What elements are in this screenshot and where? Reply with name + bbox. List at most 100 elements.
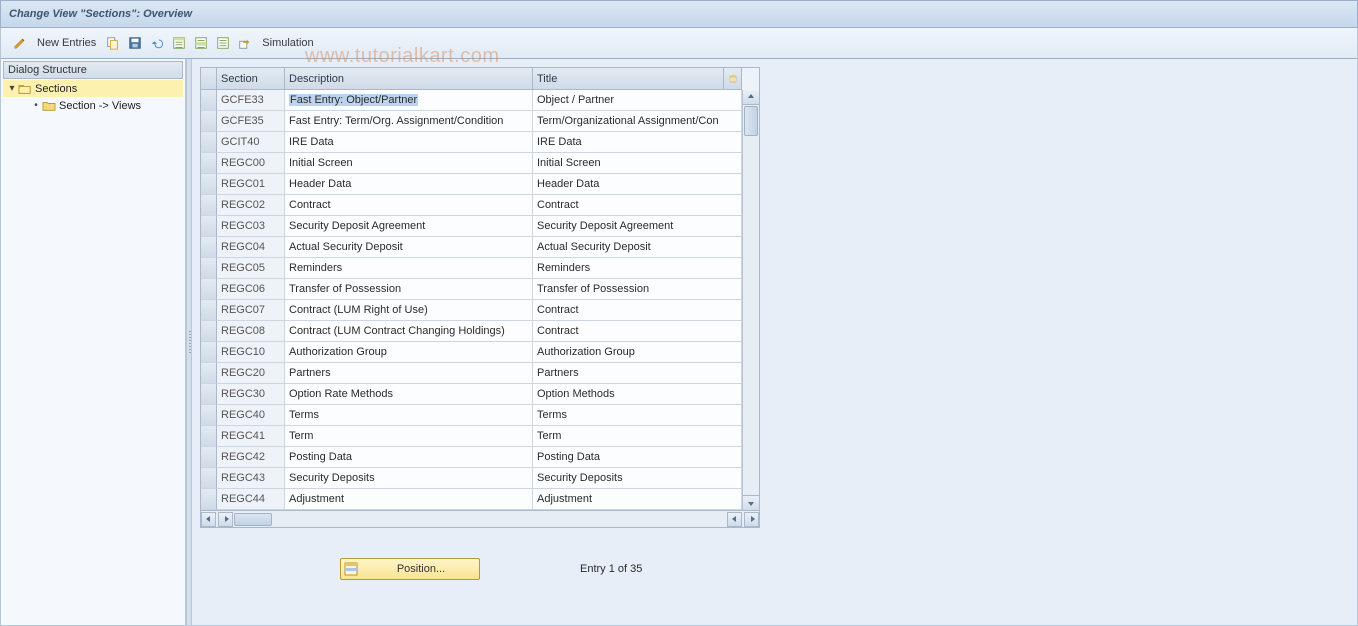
cell-title[interactable]: Option Methods xyxy=(533,384,742,405)
row-selector[interactable] xyxy=(201,363,217,384)
select-block-button[interactable] xyxy=(190,32,212,54)
table-row[interactable]: REGC20PartnersPartners xyxy=(201,363,742,384)
cell-description[interactable]: Option Rate Methods xyxy=(285,384,533,405)
table-row[interactable]: REGC30Option Rate MethodsOption Methods xyxy=(201,384,742,405)
row-selector[interactable] xyxy=(201,90,217,111)
cell-section[interactable]: REGC30 xyxy=(217,384,285,405)
row-selector[interactable] xyxy=(201,426,217,447)
cell-description[interactable]: Contract xyxy=(285,195,533,216)
cell-title[interactable]: Contract xyxy=(533,321,742,342)
table-row[interactable]: REGC01Header DataHeader Data xyxy=(201,174,742,195)
cell-description[interactable]: Security Deposit Agreement xyxy=(285,216,533,237)
vertical-scrollbar[interactable] xyxy=(742,90,759,510)
table-row[interactable]: GCIT40IRE DataIRE Data xyxy=(201,132,742,153)
table-row[interactable]: REGC03Security Deposit AgreementSecurity… xyxy=(201,216,742,237)
cell-section[interactable]: REGC05 xyxy=(217,258,285,279)
cell-description[interactable]: Posting Data xyxy=(285,447,533,468)
table-row[interactable]: REGC42Posting DataPosting Data xyxy=(201,447,742,468)
cell-description[interactable]: Fast Entry: Term/Org. Assignment/Conditi… xyxy=(285,111,533,132)
undo-button[interactable] xyxy=(146,32,168,54)
row-selector[interactable] xyxy=(201,111,217,132)
cell-section[interactable]: REGC02 xyxy=(217,195,285,216)
select-all-button[interactable] xyxy=(168,32,190,54)
col-header-description[interactable]: Description xyxy=(285,68,533,90)
cell-title[interactable]: Security Deposits xyxy=(533,468,742,489)
cell-section[interactable]: REGC03 xyxy=(217,216,285,237)
cell-section[interactable]: REGC06 xyxy=(217,279,285,300)
table-row[interactable]: REGC44AdjustmentAdjustment xyxy=(201,489,742,510)
row-selector[interactable] xyxy=(201,300,217,321)
cell-title[interactable]: Transfer of Possession xyxy=(533,279,742,300)
table-row[interactable]: REGC41TermTerm xyxy=(201,426,742,447)
cell-description[interactable]: Term xyxy=(285,426,533,447)
cell-section[interactable]: GCIT40 xyxy=(217,132,285,153)
cell-title[interactable]: Contract xyxy=(533,195,742,216)
table-row[interactable]: REGC05RemindersReminders xyxy=(201,258,742,279)
row-selector[interactable] xyxy=(201,342,217,363)
copy-as-button[interactable] xyxy=(102,32,124,54)
cell-description[interactable]: IRE Data xyxy=(285,132,533,153)
cell-description[interactable]: Authorization Group xyxy=(285,342,533,363)
cell-title[interactable]: IRE Data xyxy=(533,132,742,153)
table-row[interactable]: REGC08Contract (LUM Contract Changing Ho… xyxy=(201,321,742,342)
cell-section[interactable]: REGC04 xyxy=(217,237,285,258)
table-row[interactable]: REGC10Authorization GroupAuthorization G… xyxy=(201,342,742,363)
cell-title[interactable]: Posting Data xyxy=(533,447,742,468)
table-row[interactable]: GCFE33Fast Entry: Object/PartnerObject /… xyxy=(201,90,742,111)
configure-columns-button[interactable] xyxy=(724,68,742,90)
cell-description[interactable]: Reminders xyxy=(285,258,533,279)
cell-title[interactable]: Term xyxy=(533,426,742,447)
row-selector[interactable] xyxy=(201,258,217,279)
table-row[interactable]: REGC04Actual Security DepositActual Secu… xyxy=(201,237,742,258)
cell-title[interactable]: Adjustment xyxy=(533,489,742,510)
cell-title[interactable]: Reminders xyxy=(533,258,742,279)
cell-title[interactable]: Header Data xyxy=(533,174,742,195)
cell-description[interactable]: Initial Screen xyxy=(285,153,533,174)
deselect-all-button[interactable] xyxy=(212,32,234,54)
cell-section[interactable]: REGC40 xyxy=(217,405,285,426)
cell-title[interactable]: Object / Partner xyxy=(533,90,742,111)
cell-section[interactable]: REGC20 xyxy=(217,363,285,384)
row-selector[interactable] xyxy=(201,195,217,216)
row-selector[interactable] xyxy=(201,489,217,510)
simulation-button[interactable]: Simulation xyxy=(256,32,319,54)
cell-section[interactable]: REGC08 xyxy=(217,321,285,342)
cell-description[interactable]: Contract (LUM Contract Changing Holdings… xyxy=(285,321,533,342)
cell-section[interactable]: REGC43 xyxy=(217,468,285,489)
cell-description[interactable]: Terms xyxy=(285,405,533,426)
row-selector[interactable] xyxy=(201,216,217,237)
tree-node-section-views[interactable]: • Section -> Views xyxy=(3,97,183,114)
hscroll-track[interactable] xyxy=(233,512,727,527)
cell-title[interactable]: Term/Organizational Assignment/Con xyxy=(533,111,742,132)
configure-button[interactable] xyxy=(234,32,256,54)
col-header-section[interactable]: Section xyxy=(217,68,285,90)
cell-description[interactable]: Contract (LUM Right of Use) xyxy=(285,300,533,321)
cell-section[interactable]: GCFE35 xyxy=(217,111,285,132)
cell-section[interactable]: REGC10 xyxy=(217,342,285,363)
cell-description[interactable]: Partners xyxy=(285,363,533,384)
table-row[interactable]: REGC06Transfer of PossessionTransfer of … xyxy=(201,279,742,300)
table-row[interactable]: REGC07Contract (LUM Right of Use)Contrac… xyxy=(201,300,742,321)
scroll-right2-button[interactable] xyxy=(744,512,759,527)
scroll-right-button[interactable] xyxy=(218,512,233,527)
cell-title[interactable]: Initial Screen xyxy=(533,153,742,174)
cell-title[interactable]: Actual Security Deposit xyxy=(533,237,742,258)
cell-title[interactable]: Authorization Group xyxy=(533,342,742,363)
scroll-left2-button[interactable] xyxy=(727,512,742,527)
scroll-down-button[interactable] xyxy=(743,495,759,510)
hscroll-thumb[interactable] xyxy=(234,513,272,526)
col-header-title[interactable]: Title xyxy=(533,68,724,90)
position-button[interactable]: Position... xyxy=(340,558,480,580)
cell-section[interactable]: REGC41 xyxy=(217,426,285,447)
row-selector[interactable] xyxy=(201,468,217,489)
change-display-button[interactable] xyxy=(9,32,31,54)
delete-button[interactable] xyxy=(124,32,146,54)
table-row[interactable]: GCFE35Fast Entry: Term/Org. Assignment/C… xyxy=(201,111,742,132)
scroll-up-button[interactable] xyxy=(743,90,759,105)
table-row[interactable]: REGC40TermsTerms xyxy=(201,405,742,426)
scroll-left-button[interactable] xyxy=(201,512,216,527)
scroll-thumb[interactable] xyxy=(744,106,758,136)
row-selector[interactable] xyxy=(201,237,217,258)
collapse-toggle-icon[interactable]: ▾ xyxy=(7,83,17,94)
cell-section[interactable]: REGC44 xyxy=(217,489,285,510)
